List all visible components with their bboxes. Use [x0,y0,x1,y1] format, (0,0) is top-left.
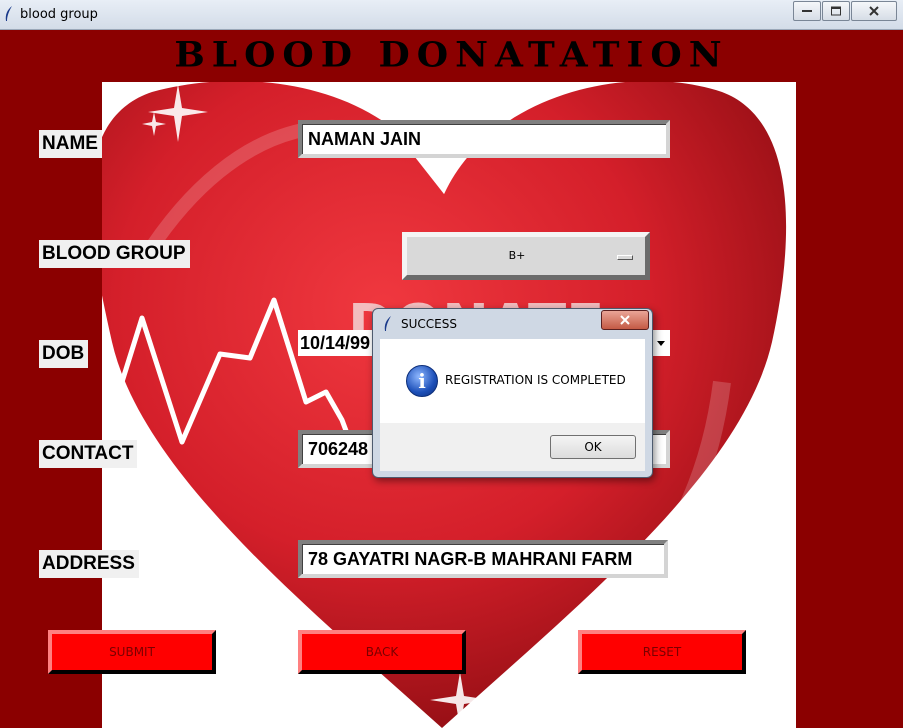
blood-group-select[interactable]: B+ [402,232,650,280]
maximize-icon [831,6,841,16]
close-icon [620,315,630,325]
tk-feather-icon [384,316,391,331]
dialog-body: i REGISTRATION IS COMPLETED [380,339,645,423]
window-title: blood group [20,7,98,22]
tk-feather-icon [5,6,12,21]
submit-button[interactable]: SUBMIT [48,630,216,674]
name-field[interactable]: NAMAN JAIN [298,120,670,158]
chevron-down-icon[interactable] [654,330,668,356]
dob-label: DOB [39,340,89,368]
ok-button[interactable]: OK [550,435,636,459]
minimize-icon [802,10,812,12]
address-label: ADDRESS [39,550,139,578]
info-icon: i [406,365,438,397]
success-dialog: SUCCESS i REGISTRATION IS COMPLETED OK [372,308,653,478]
dialog-title: SUCCESS [401,317,457,331]
name-label: NAME [39,130,102,158]
option-indicator-icon [617,255,633,260]
window-controls [792,1,897,21]
dialog-close-button[interactable] [601,310,649,330]
reset-button[interactable]: RESET [578,630,746,674]
blood-group-value: B+ [508,249,526,262]
blood-group-label: BLOOD GROUP [39,240,190,268]
dialog-message: REGISTRATION IS COMPLETED [445,373,626,387]
banner-title: BLOOD DONATATION [174,35,729,75]
address-field[interactable]: 78 GAYATRI NAGR-B MAHRANI FARM [298,540,668,578]
contact-label: CONTACT [39,440,138,468]
close-button[interactable] [851,1,897,21]
window-titlebar: blood group [0,0,903,30]
maximize-button[interactable] [822,1,850,21]
close-icon [869,6,879,16]
back-button[interactable]: BACK [298,630,466,674]
minimize-button[interactable] [793,1,821,21]
